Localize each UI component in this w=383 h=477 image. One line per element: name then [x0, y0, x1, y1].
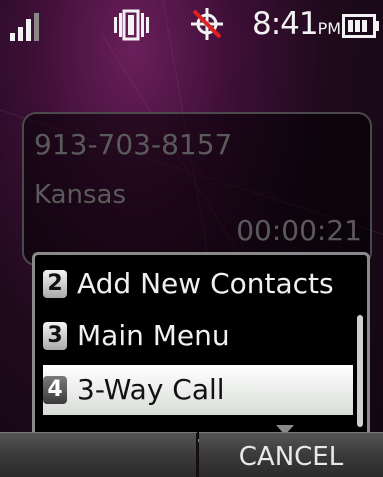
- menu-item-add-new-contacts[interactable]: 2 Add New Contacts: [43, 259, 353, 309]
- menu-item-3-way-call[interactable]: 4 3-Way Call: [43, 365, 353, 415]
- menu-item-main-menu[interactable]: 3 Main Menu: [43, 311, 353, 361]
- status-bar: 8:41PM: [0, 0, 383, 48]
- menu-number-badge: 3: [43, 322, 67, 350]
- clock: 8:41PM: [252, 7, 341, 46]
- left-softkey[interactable]: [0, 432, 198, 477]
- caller-number: 913-703-8157: [34, 128, 233, 161]
- phone-screen: 8:41PM 913-703-8157 Kansas 00:00:21 2 Ad…: [0, 0, 383, 477]
- menu-item-label: 3-Way Call: [77, 373, 225, 406]
- signal-icon: [10, 13, 44, 41]
- menu-number-badge: 4: [43, 376, 67, 404]
- battery-icon: [342, 14, 379, 38]
- gps-icon: [191, 8, 223, 40]
- caller-location: Kansas: [34, 180, 127, 210]
- call-timer: 00:00:21: [236, 214, 362, 247]
- clock-time: 8:41: [252, 6, 319, 42]
- call-info-card: 913-703-8157 Kansas 00:00:21: [22, 112, 372, 266]
- options-menu: 2 Add New Contacts 3 Main Menu 4 3-Way C…: [32, 252, 370, 442]
- menu-number-badge: 2: [43, 270, 67, 298]
- cancel-softkey[interactable]: CANCEL: [199, 432, 383, 477]
- softkey-bar: CANCEL: [0, 432, 383, 477]
- menu-scrollbar[interactable]: [357, 315, 363, 427]
- menu-item-label: Main Menu: [77, 319, 230, 352]
- clock-ampm: PM: [317, 19, 342, 38]
- vibrate-icon: [114, 9, 149, 41]
- menu-item-label: Add New Contacts: [77, 267, 334, 300]
